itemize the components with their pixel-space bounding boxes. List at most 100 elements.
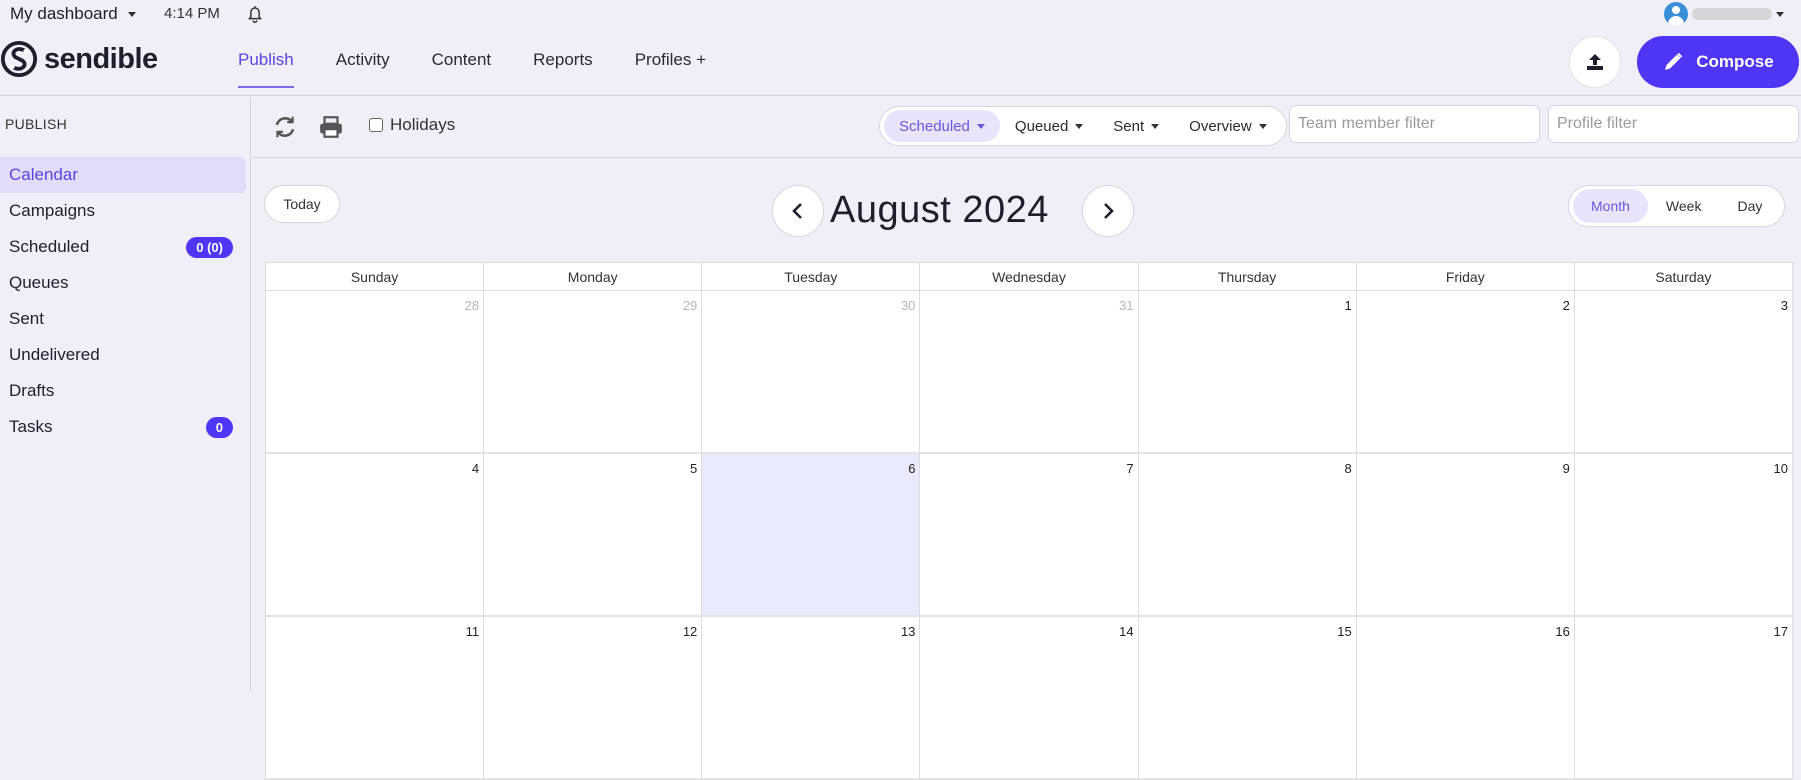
chevron-right-icon [1104,203,1114,219]
day-cell[interactable]: 3 [1575,291,1793,452]
weekday-label: Monday [484,263,703,290]
day-cell[interactable]: 8 [1139,454,1357,615]
day-cell[interactable]: 15 [1139,617,1357,778]
day-cell[interactable]: 10 [1575,454,1793,615]
sidebar-item-label: Tasks [9,417,53,436]
nav-content[interactable]: Content [432,30,492,96]
day-cell[interactable]: 9 [1357,454,1575,615]
view-switcher: Month Week Day [1568,185,1786,227]
weekday-label: Thursday [1139,263,1357,290]
sidebar-item-label: Undelivered [9,345,100,364]
day-cell[interactable]: 12 [484,617,703,778]
filter-queued[interactable]: Queued [1000,110,1098,142]
filter-label: Queued [1014,117,1069,135]
nav-publish[interactable]: Publish [238,30,294,96]
day-cell[interactable]: 13 [702,617,921,778]
day-cell[interactable]: 28 [266,291,485,452]
compose-label: Compose [1696,52,1774,71]
week-row: 11 12 13 14 15 16 17 [266,617,1793,780]
day-number: 8 [1344,461,1352,476]
holidays-checkbox[interactable] [369,118,383,132]
user-menu[interactable] [1664,2,1784,26]
day-number: 6 [908,461,916,476]
day-number: 5 [690,461,698,476]
main-navbar: sendible Publish Activity Content Report… [0,30,1801,96]
sidebar-item-undelivered[interactable]: Undelivered [0,337,246,373]
view-day[interactable]: Day [1719,189,1780,223]
weekday-label: Tuesday [702,263,921,290]
day-cell[interactable]: 17 [1575,617,1793,778]
weekday-label: Saturday [1575,263,1793,290]
upload-button[interactable] [1569,36,1621,88]
sidebar-item-sent[interactable]: Sent [0,301,246,337]
day-cell[interactable]: 7 [920,454,1139,615]
day-number: 1 [1344,298,1352,313]
filter-overview[interactable]: Overview [1174,110,1282,142]
day-cell[interactable]: 11 [266,617,485,778]
day-number: 29 [682,298,698,313]
brand-logo[interactable]: sendible [0,40,158,78]
chevron-down-icon [127,11,136,17]
prev-month-button[interactable] [772,185,824,237]
day-number: 12 [682,624,698,639]
day-number: 15 [1337,624,1352,639]
month-title: August 2024 [830,189,1049,231]
weekday-label: Friday [1357,263,1575,290]
day-number: 11 [465,624,480,639]
user-name-redacted [1692,8,1772,20]
sidebar-list: Calendar Campaigns Scheduled 0 (0) Queues… [0,157,246,445]
sidebar-item-label: Drafts [9,381,55,400]
compose-button[interactable]: Compose [1637,36,1799,88]
day-cell[interactable]: 30 [702,291,921,452]
today-button[interactable]: Today [264,185,340,223]
view-week[interactable]: Week [1648,189,1720,223]
filter-label: Scheduled [899,117,970,135]
sidebar-item-tasks[interactable]: Tasks 0 [0,409,246,445]
sidebar-item-drafts[interactable]: Drafts [0,373,246,409]
sidebar-item-scheduled[interactable]: Scheduled 0 (0) [0,229,246,265]
day-cell[interactable]: 1 [1139,291,1357,452]
nav-profiles[interactable]: Profiles + [635,30,706,96]
tasks-count-badge: 0 [205,416,233,438]
team-member-filter-input[interactable] [1289,105,1540,143]
day-number: 2 [1562,298,1570,313]
next-month-button[interactable] [1082,185,1134,237]
day-cell[interactable]: 16 [1357,617,1575,778]
print-icon[interactable] [318,114,344,140]
chevron-left-icon [792,203,802,219]
bell-icon[interactable] [244,3,266,25]
weekday-label: Sunday [266,263,485,290]
chevron-down-icon [1075,123,1084,129]
day-number: 7 [1126,461,1134,476]
sidebar-item-calendar[interactable]: Calendar [0,157,246,193]
day-cell[interactable]: 2 [1357,291,1575,452]
day-cell[interactable]: 31 [920,291,1139,452]
day-number: 14 [1119,624,1134,639]
sidebar-item-campaigns[interactable]: Campaigns [0,193,246,229]
profile-filter-input[interactable] [1548,105,1799,143]
nav-activity[interactable]: Activity [336,30,390,96]
sendible-logo-icon [0,40,38,78]
sidebar-item-label: Queues [9,273,69,292]
day-cell[interactable]: 4 [266,454,485,615]
nav-reports[interactable]: Reports [533,30,593,96]
chevron-down-icon [1151,123,1160,129]
sidebar-item-queues[interactable]: Queues [0,265,246,301]
dashboard-selector[interactable]: My dashboard [10,4,136,24]
day-cell[interactable]: 5 [484,454,703,615]
view-month[interactable]: Month [1573,189,1648,223]
day-number: 9 [1562,461,1570,476]
day-cell[interactable]: 29 [484,291,703,452]
chevron-down-icon [1776,11,1784,17]
holidays-toggle[interactable]: Holidays [369,115,455,135]
week-row: 28 29 30 31 1 2 3 [266,291,1793,454]
day-cell[interactable]: 14 [920,617,1139,778]
filter-scheduled[interactable]: Scheduled [884,110,1000,142]
sidebar-item-label: Calendar [9,165,78,184]
day-number: 4 [471,461,480,476]
filter-sent[interactable]: Sent [1098,110,1174,142]
day-cell-today[interactable]: 6 [702,454,921,615]
filter-label: Overview [1189,117,1252,135]
calendar-toolbar: Holidays Scheduled Queued Sent Overview [252,97,1801,158]
refresh-icon[interactable] [272,114,298,140]
